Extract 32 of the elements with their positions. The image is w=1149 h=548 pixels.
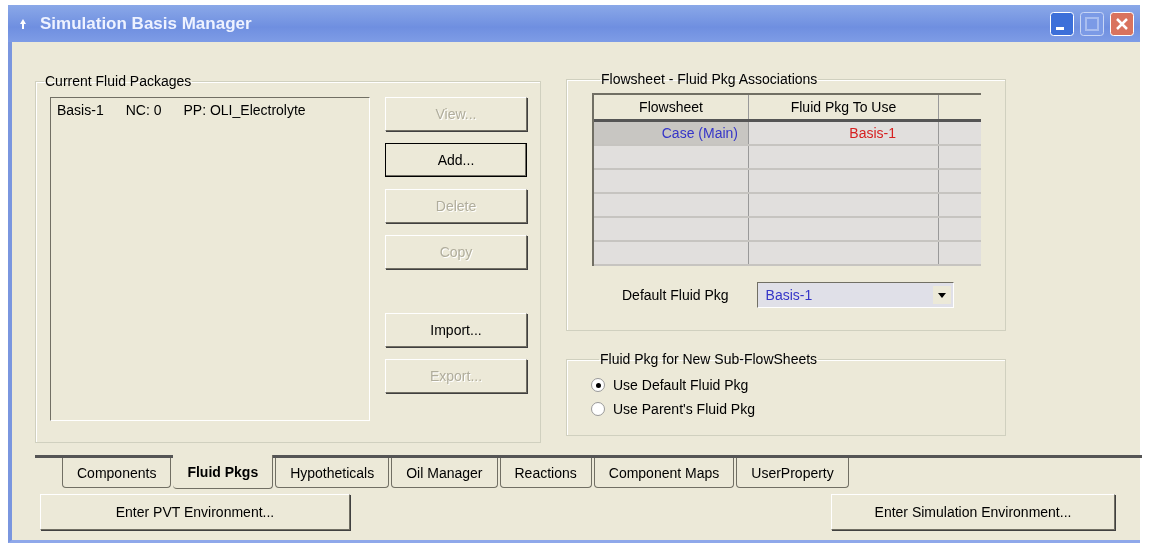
enter-simulation-button[interactable]: Enter Simulation Environment... <box>831 494 1115 530</box>
tab[interactable]: Reactions <box>499 458 592 488</box>
table-cell[interactable]: Case (Main) <box>594 122 749 144</box>
app-icon <box>18 17 28 30</box>
close-button[interactable] <box>1110 11 1134 36</box>
radio-option[interactable]: Use Default Fluid Pkg <box>591 373 1005 397</box>
action-button[interactable]: Add... <box>385 143 527 177</box>
radio-option[interactable]: Use Parent's Fluid Pkg <box>591 397 1005 421</box>
maximize-button[interactable] <box>1080 11 1104 36</box>
package-name: Basis-1 <box>57 102 104 118</box>
window-title: Simulation Basis Manager <box>40 13 253 34</box>
fluid-package-list[interactable]: Basis-1 NC: 0 PP: OLI_Electrolyte <box>50 97 370 421</box>
tab[interactable]: UserProperty <box>736 458 849 488</box>
column-header: Flowsheet <box>594 95 749 119</box>
minimize-button[interactable] <box>1050 11 1074 36</box>
group-title: Flowsheet - Fluid Pkg Associations <box>600 71 819 87</box>
tab[interactable]: Component Maps <box>593 458 735 488</box>
property-package: PP: OLI_Electrolyte <box>183 102 306 118</box>
tab[interactable]: Oil Manager <box>391 458 498 488</box>
action-button[interactable]: Import... <box>385 313 527 347</box>
component-count: NC: 0 <box>125 102 162 118</box>
caret-icon <box>932 286 951 304</box>
group-title: Current Fluid Packages <box>44 73 193 89</box>
field-label: Default Fluid Pkg <box>622 287 729 303</box>
enter-pvt-button[interactable]: Enter PVT Environment... <box>40 494 350 530</box>
default-fluid-pkg-dropdown[interactable]: Basis-1 <box>756 282 954 308</box>
tab[interactable]: Fluid Pkgs <box>173 455 274 489</box>
table-cell[interactable]: Basis-1 <box>749 122 939 144</box>
group-title: Fluid Pkg for New Sub-FlowSheets <box>599 351 819 367</box>
tab[interactable]: Components <box>62 458 172 488</box>
column-header: Fluid Pkg To Use <box>749 95 939 119</box>
tab[interactable]: Hypotheticals <box>275 458 390 488</box>
